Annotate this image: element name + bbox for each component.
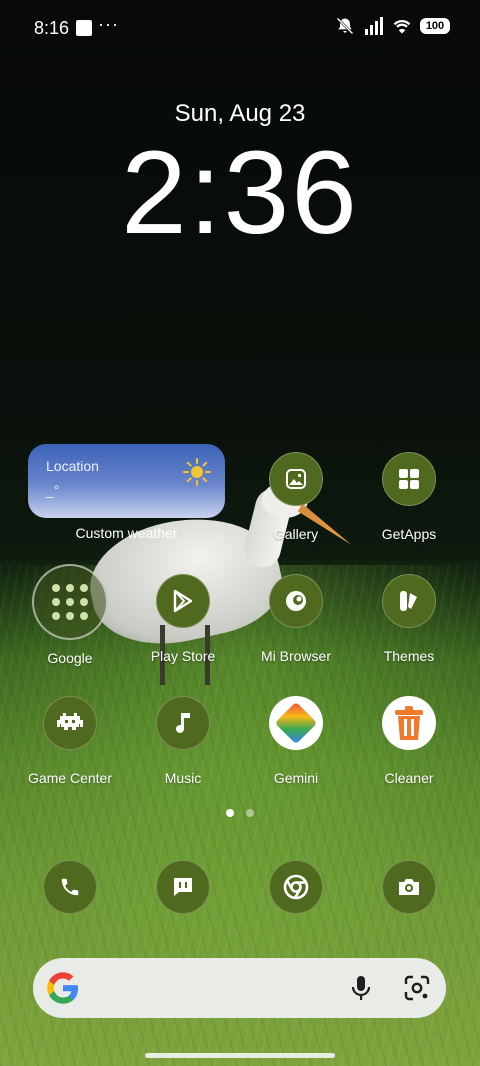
note-icon xyxy=(156,696,210,750)
chrome-icon xyxy=(269,860,323,914)
message-icon xyxy=(156,860,210,914)
google-lens-icon[interactable] xyxy=(404,975,430,1001)
weather-widget[interactable]: Location _° xyxy=(28,444,225,518)
app-music[interactable]: Music xyxy=(127,696,239,786)
brush-icon xyxy=(382,574,436,628)
grid-icon xyxy=(382,452,436,506)
app-label: Music xyxy=(164,770,202,786)
app-label: Gallery xyxy=(273,526,319,542)
clock-time[interactable]: 2:36 xyxy=(0,128,480,258)
status-time: 8:16 xyxy=(34,18,70,38)
lockscreen-date: Sun, Aug 23 xyxy=(174,100,306,127)
app-label: Mi Browser xyxy=(260,648,331,664)
app-label: Themes xyxy=(383,648,435,664)
phone-icon xyxy=(43,860,97,914)
home-gesture-bar[interactable] xyxy=(145,1053,335,1058)
page-dot[interactable] xyxy=(246,809,254,817)
app-cleaner[interactable]: Cleaner xyxy=(353,696,465,786)
dock-messages[interactable] xyxy=(127,860,239,914)
app-getapps[interactable]: GetApps xyxy=(353,452,465,542)
mute-icon xyxy=(336,17,354,35)
play-icon xyxy=(156,574,210,628)
dock-chrome[interactable] xyxy=(240,860,352,914)
app-mi-browser[interactable]: Mi Browser xyxy=(240,574,352,664)
gallery-icon xyxy=(269,452,323,506)
app-label: Play Store xyxy=(150,648,216,664)
browser-icon xyxy=(269,574,323,628)
app-label: GetApps xyxy=(381,526,437,542)
google-search-bar[interactable] xyxy=(33,958,446,1018)
app-gemini[interactable]: Gemini xyxy=(240,696,352,786)
wifi-icon xyxy=(393,19,411,34)
dock-camera[interactable] xyxy=(353,860,465,914)
app-google-folder[interactable]: Google xyxy=(14,564,126,666)
status-icons: 100 xyxy=(334,16,450,36)
invader-icon xyxy=(43,696,97,750)
weather-location: Location xyxy=(46,458,99,474)
notification-icon xyxy=(76,20,92,36)
app-play-store[interactable]: Play Store xyxy=(127,574,239,664)
app-label: Cleaner xyxy=(384,770,434,786)
sun-icon xyxy=(183,458,211,486)
more-notifications-icon: ··· xyxy=(98,14,119,34)
google-logo-icon xyxy=(47,972,78,1004)
app-themes[interactable]: Themes xyxy=(353,574,465,664)
gemini-icon xyxy=(269,696,323,750)
app-game-center[interactable]: Game Center xyxy=(14,696,126,786)
app-gallery[interactable]: Gallery xyxy=(240,452,352,542)
weather-widget-label: Custom weather xyxy=(75,525,178,541)
battery-icon: 100 xyxy=(420,18,450,34)
status-bar: 8:16 ··· 100 xyxy=(0,0,480,56)
page-dot-active[interactable] xyxy=(226,809,234,817)
dock-phone[interactable] xyxy=(14,860,126,914)
camera-icon xyxy=(382,860,436,914)
folder-icon xyxy=(32,564,108,640)
page-indicator[interactable] xyxy=(0,809,480,817)
app-label: Game Center xyxy=(27,770,113,786)
weather-temperature: _° xyxy=(46,482,60,498)
trash-icon xyxy=(382,696,436,750)
app-label: Google xyxy=(47,650,93,666)
signal-icon xyxy=(365,17,383,35)
mic-icon[interactable] xyxy=(350,975,372,1001)
app-label: Gemini xyxy=(273,770,319,786)
